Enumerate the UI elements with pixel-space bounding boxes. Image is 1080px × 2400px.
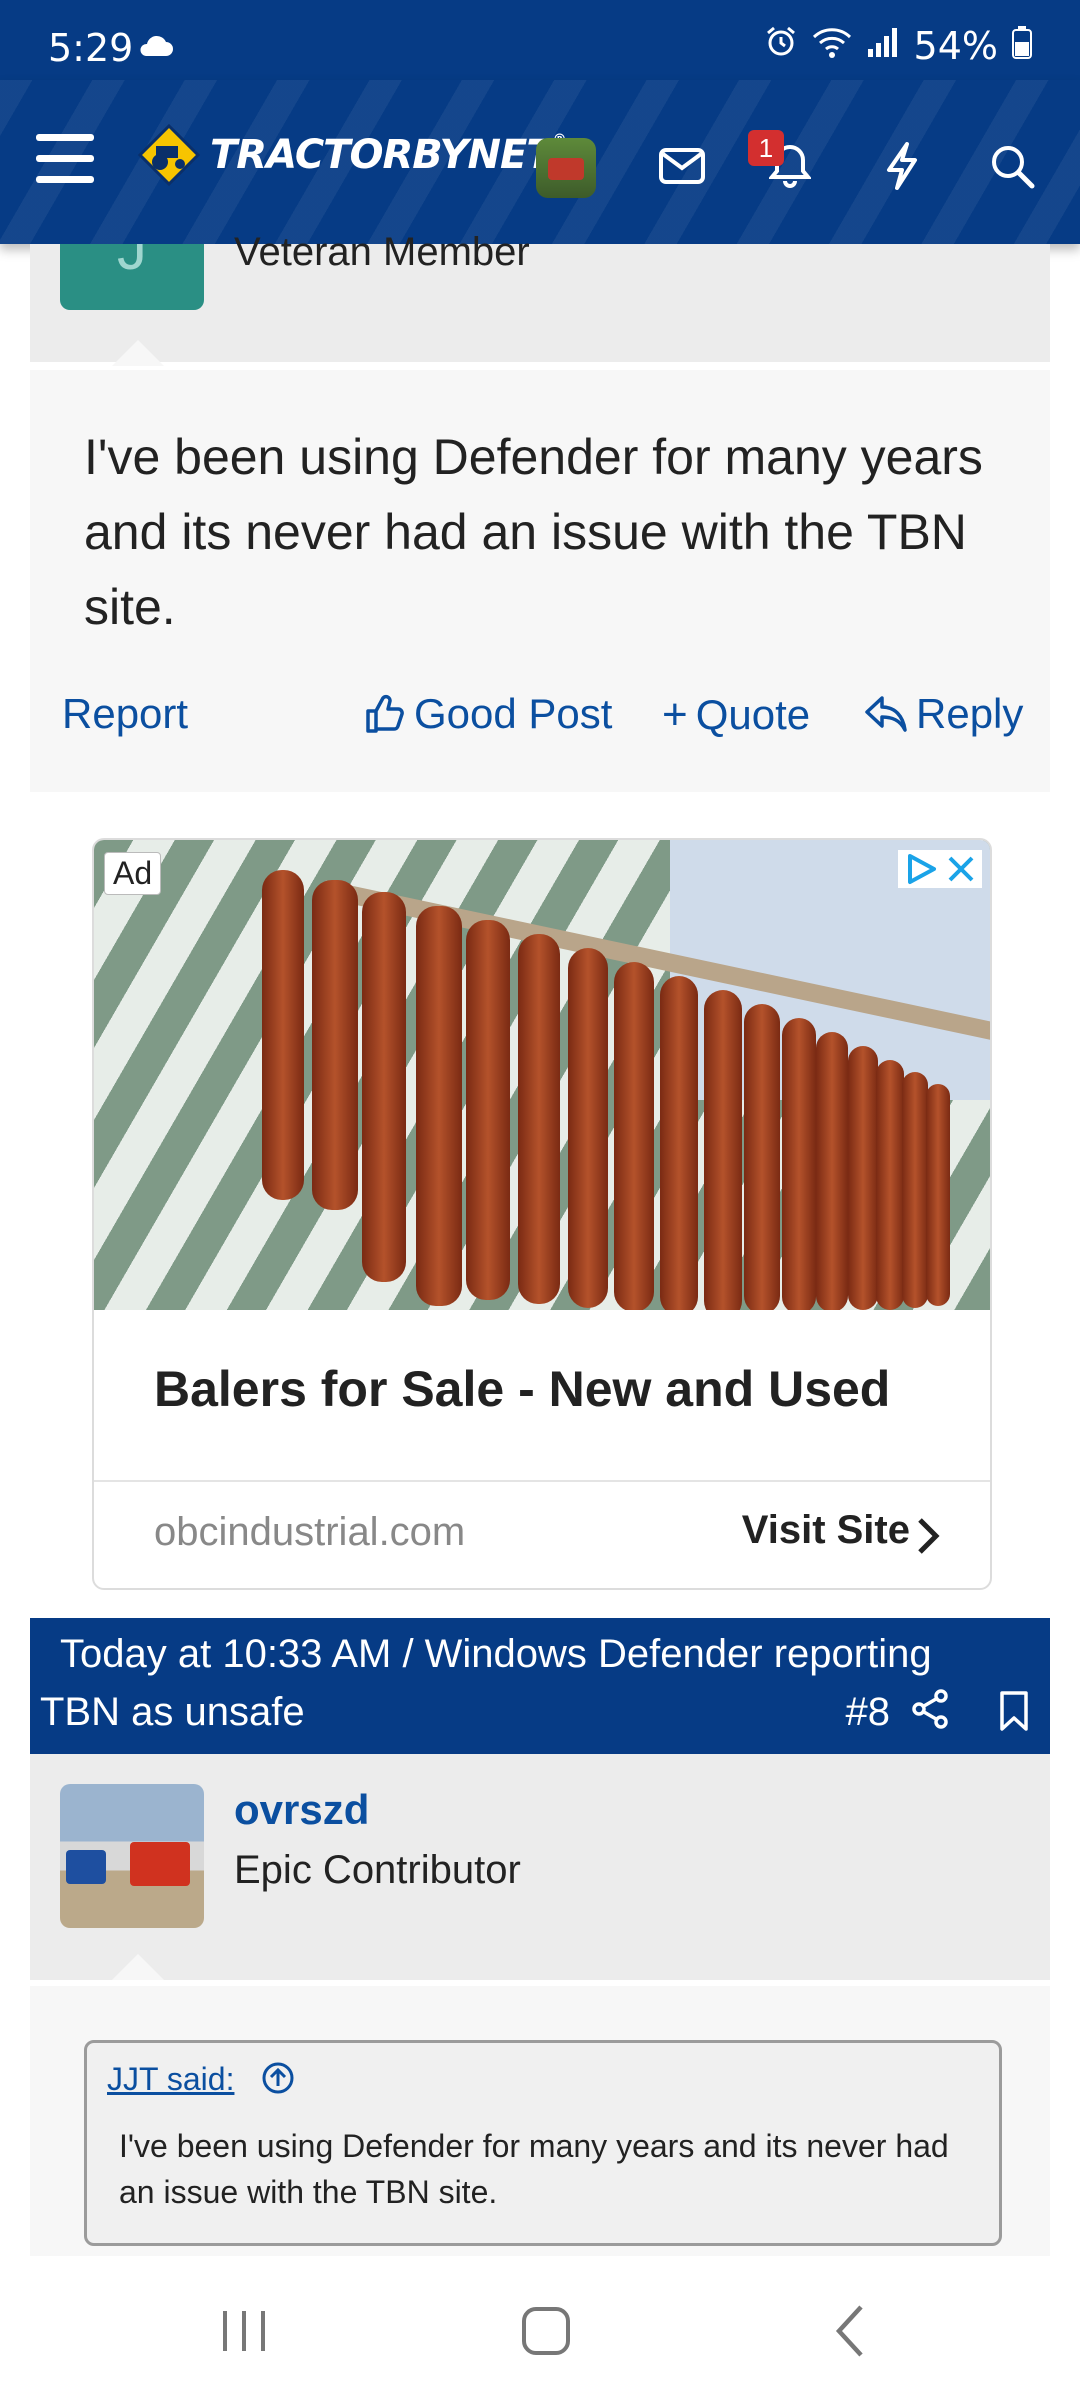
post-header-line2: TBN as unsafe [40,1690,305,1734]
report-link[interactable]: Report [62,690,188,738]
menu-icon[interactable] [36,134,94,184]
advertisement[interactable]: Ad Balers for Sale - New and Used obcind… [92,838,992,1590]
post-pointer [112,1954,164,1980]
mail-icon[interactable] [652,136,712,196]
thumbs-up-icon [366,694,404,733]
close-icon[interactable] [946,854,976,884]
site-header: TRACTORBYNET® [0,80,1080,244]
battery-icon [1012,24,1032,68]
system-nav-bar [0,2256,1080,2400]
signal-icon [866,24,900,68]
good-post-label: Good Post [414,690,613,737]
prev-post-member-title: Veteran Member [234,230,530,274]
recent-apps-icon[interactable] [204,2296,284,2366]
ad-choices[interactable] [898,850,982,888]
prev-post-avatar[interactable]: J [60,244,204,310]
home-icon[interactable] [506,2296,586,2366]
visit-site-button[interactable]: Visit Site [742,1508,910,1553]
post-actions: Report Good Post + Quote Reply [30,690,1050,750]
quote-author-link[interactable]: JJT said: [107,2061,234,2098]
plus-icon: + [662,690,688,739]
battery-level: 54% [913,24,998,68]
post-header-bar: Today at 10:33 AM / Windows Defender rep… [30,1618,1050,1754]
wifi-icon [812,24,852,68]
ad-image[interactable]: Ad [94,840,990,1310]
chevron-right-icon [916,1516,942,1561]
post-header-line1: Today at 10:33 AM / Windows Defender rep… [60,1632,932,1676]
arrow-up-circle-icon[interactable] [261,2061,295,2100]
ad-badge: Ad [104,852,162,895]
play-icon [908,854,936,884]
site-logo[interactable]: TRACTORBYNET® [138,124,567,186]
site-name: TRACTORBYNET® [210,132,567,178]
quote-block: JJT said: I've been using Defender for m… [84,2040,1002,2246]
cloud-icon [138,34,174,63]
bookmark-icon[interactable] [998,1690,1030,1742]
avatar-letter: J [117,244,147,282]
post-user-title: Epic Contributor [234,1848,521,1892]
quote-text: I've been using Defender for many years … [119,2128,949,2210]
ad-title[interactable]: Balers for Sale - New and Used [154,1360,890,1418]
share-icon[interactable] [910,1688,950,1740]
post-author-avatar[interactable] [60,1784,204,1928]
prev-post-text: I've been using Defender for many years … [84,429,983,635]
post-username[interactable]: ovrszd [234,1786,369,1834]
status-bar: 5:29 54% [0,0,1080,80]
reply-label: Reply [916,690,1024,737]
reply-icon [865,696,907,732]
notification-badge: 1 [748,130,784,166]
reply-button[interactable]: Reply [864,690,1023,738]
lightning-icon[interactable] [872,136,932,196]
post-number[interactable]: #8 [846,1690,891,1735]
search-icon[interactable] [982,136,1042,196]
alarm-icon [764,24,798,68]
tractor-logo-icon [138,124,200,186]
back-icon[interactable] [810,2296,890,2366]
ad-domain: obcindustrial.com [154,1510,466,1554]
ad-divider [94,1480,990,1482]
good-post-button[interactable]: Good Post [364,690,612,738]
status-time: 5:29 [48,26,134,70]
quote-label: Quote [695,691,811,738]
post-pointer [112,340,164,366]
user-avatar[interactable] [536,138,596,198]
quote-button[interactable]: + Quote [662,690,810,740]
